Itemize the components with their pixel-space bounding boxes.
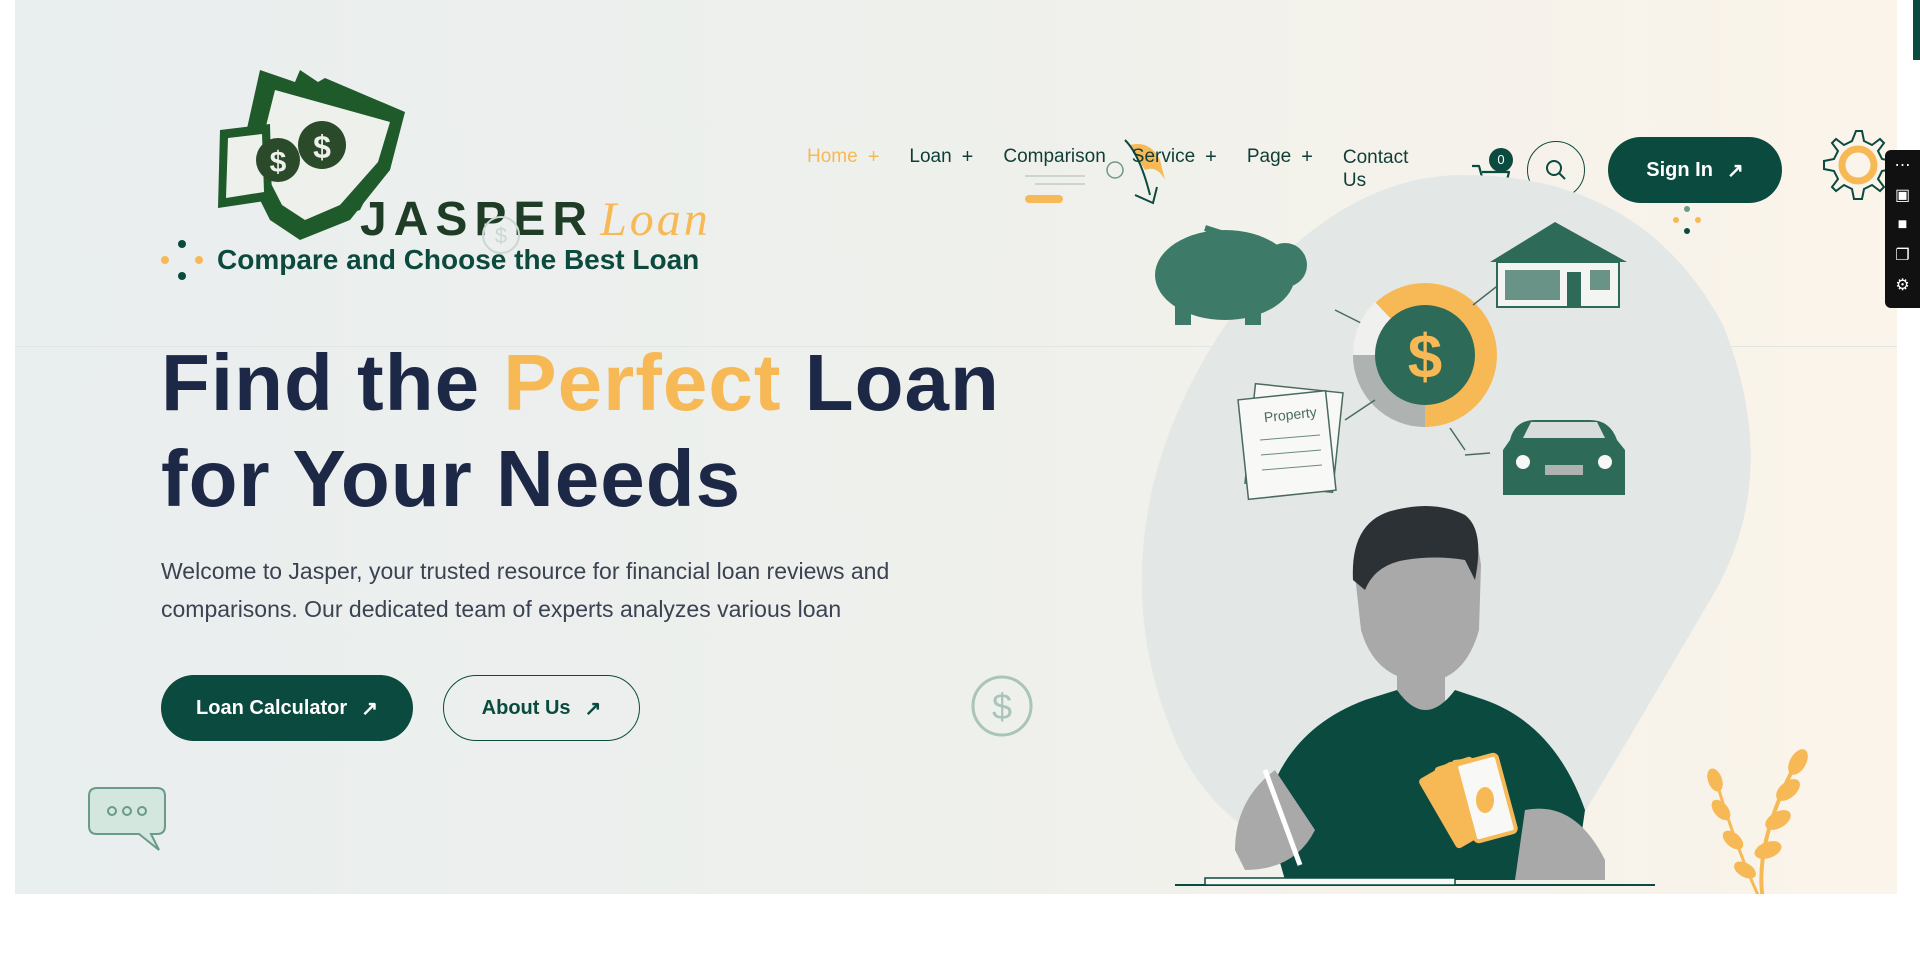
button-label: Loan Calculator [196, 696, 348, 719]
plus-icon: + [1301, 146, 1313, 168]
nav-label: Loan [909, 146, 952, 167]
logo[interactable]: $ $ JASPER Loan [200, 60, 708, 246]
nav-item-loan[interactable]: Loan + [909, 146, 973, 169]
person-icon [1175, 506, 1655, 886]
piggy-bank-icon [1155, 225, 1307, 325]
logo-accent-text: Loan [600, 193, 711, 246]
hero-section: $ $ JASPER Loan $ Compare and Choose the … [15, 0, 1897, 894]
tagline: Compare and Choose the Best Loan [161, 240, 699, 280]
plant-icon [1707, 749, 1808, 894]
plus-icon: + [867, 146, 880, 168]
button-label: About Us [481, 696, 571, 719]
property-document-icon: Property [1237, 382, 1344, 501]
settings-icon[interactable]: ⚙ [1885, 270, 1920, 300]
chat-bubble-icon[interactable] [87, 786, 169, 852]
headline-part: Find the [161, 338, 504, 427]
nav-label: Comparison [1003, 146, 1106, 167]
windows-icon[interactable]: ❐ [1885, 240, 1920, 270]
nav-item-service[interactable]: Service + [1132, 146, 1217, 169]
headline-accent: Perfect [503, 338, 782, 427]
headline-line-2: for Your Needs [161, 434, 742, 523]
cart-count-badge: 0 [1489, 148, 1513, 172]
dollar-coin-icon: $ [971, 675, 1033, 737]
scrollbar[interactable] [1913, 0, 1920, 60]
loan-calculator-button[interactable]: Loan Calculator ↗ [161, 675, 413, 741]
pie-dollar-sign: $ [1408, 323, 1442, 392]
nav-item-comparison[interactable]: Comparison [1003, 146, 1105, 168]
link-icon[interactable]: ⋯ [1885, 150, 1920, 180]
headline-part: Loan [781, 338, 1000, 427]
person-loan-illustration: $ Property [1155, 222, 1655, 886]
side-toolbar: ⋯ ▣ ■ ❐ ⚙ [1885, 150, 1920, 308]
svg-text:$: $ [270, 146, 287, 179]
hero-headline: Find the Perfect Loan for Your Needs [161, 335, 1000, 527]
logo-main-text: JASPER [360, 193, 595, 246]
nav-item-page[interactable]: Page + [1247, 146, 1313, 169]
video-icon[interactable]: ■ [1885, 210, 1920, 240]
car-icon [1503, 420, 1625, 495]
nav-label: Page [1246, 146, 1292, 167]
dots-icon [161, 240, 203, 280]
hero-intro: Welcome to Jasper, your trusted resource… [161, 558, 890, 622]
dollar-pie-icon: $ [1352, 283, 1497, 427]
arrow-up-right-icon: ↗ [361, 697, 378, 720]
nav-label: Home [807, 146, 858, 167]
nav-label: Service [1131, 146, 1196, 167]
arrow-up-right-icon: ↗ [584, 697, 602, 720]
plus-icon: + [961, 146, 974, 168]
tagline-text: Compare and Choose the Best Loan [217, 244, 700, 275]
logo-wordmark: JASPER Loan [360, 192, 711, 247]
svg-text:$: $ [992, 686, 1012, 727]
about-us-button[interactable]: About Us ↗ [443, 675, 640, 741]
camera-icon[interactable]: ▣ [1885, 180, 1920, 210]
gear-icon [1823, 130, 1893, 200]
house-icon [1490, 222, 1627, 308]
plus-icon: + [1205, 146, 1217, 168]
nav-item-home[interactable]: Home + [807, 146, 879, 169]
svg-text:$: $ [313, 129, 331, 165]
